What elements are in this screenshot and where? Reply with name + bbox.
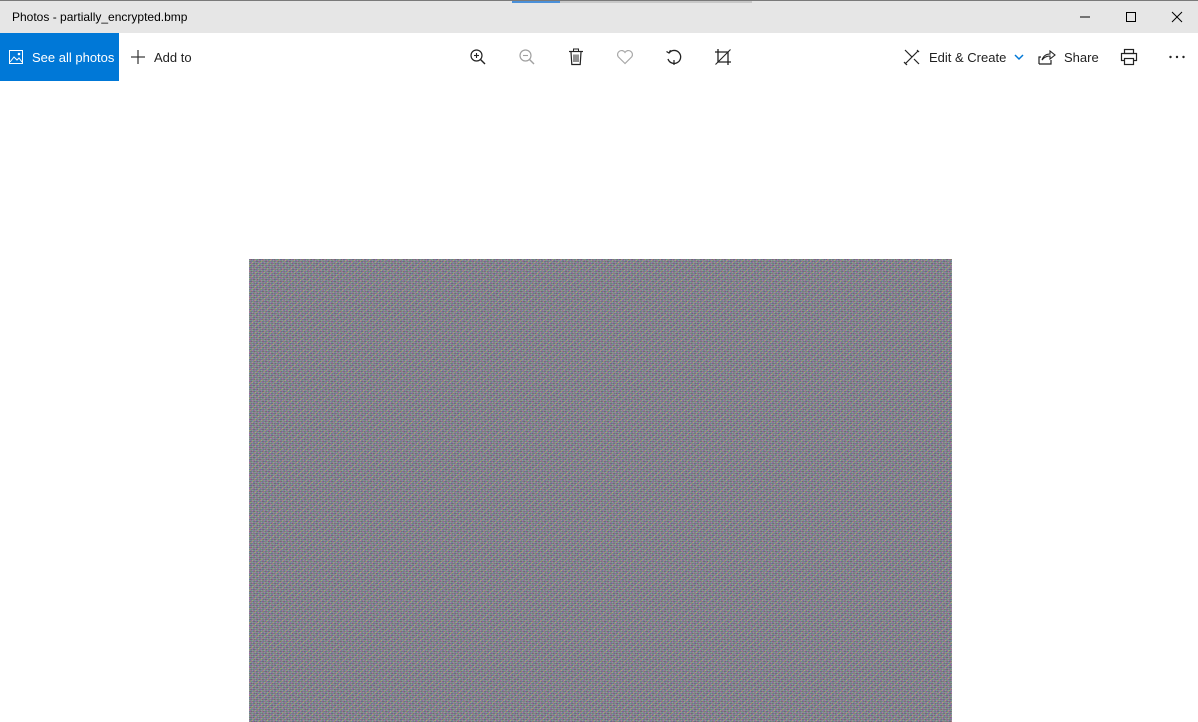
zoom-out-button[interactable] (515, 45, 539, 69)
favorite-heart-icon (617, 50, 633, 65)
gallery-icon (9, 50, 23, 64)
close-icon (1171, 11, 1183, 23)
see-all-photos-button[interactable]: See all photos (0, 33, 119, 81)
chevron-down-icon (1014, 54, 1024, 61)
window-title: Photos - partially_encrypted.bmp (12, 10, 188, 24)
print-icon (1120, 48, 1138, 66)
maximize-button[interactable] (1108, 1, 1154, 33)
crop-icon (715, 49, 731, 65)
edit-create-button[interactable]: Edit & Create (903, 33, 1024, 81)
title-bar-accent (512, 1, 560, 3)
zoom-in-icon (470, 49, 486, 65)
maximize-icon (1126, 12, 1136, 22)
more-options-button[interactable] (1165, 45, 1189, 69)
plus-icon (131, 50, 145, 64)
rotate-button[interactable] (662, 45, 686, 69)
photos-window: Photos - partially_encrypted.bmp See all… (0, 0, 1198, 722)
add-to-button[interactable]: Add to (130, 33, 192, 81)
encrypted-photo[interactable] (249, 259, 952, 722)
minimize-button[interactable] (1062, 1, 1108, 33)
see-all-photos-label: See all photos (32, 49, 115, 65)
close-button[interactable] (1154, 1, 1198, 33)
more-icon (1169, 55, 1185, 59)
zoom-out-icon (519, 49, 535, 65)
share-label: Share (1064, 49, 1099, 65)
edit-create-icon (903, 49, 920, 66)
print-button[interactable] (1117, 45, 1141, 69)
share-icon (1038, 49, 1056, 65)
crop-button[interactable] (711, 45, 735, 69)
minimize-icon (1080, 16, 1090, 18)
title-bar-accent-secondary (560, 1, 752, 3)
add-to-label: Add to (154, 49, 192, 65)
delete-icon (569, 48, 583, 66)
rotate-icon (666, 49, 682, 65)
edit-create-label: Edit & Create (929, 49, 1007, 65)
toolbar: See all photos Add to Edit & Create Shar… (0, 33, 1198, 81)
zoom-in-button[interactable] (466, 45, 490, 69)
delete-button[interactable] (564, 45, 588, 69)
share-button[interactable]: Share (1038, 33, 1099, 81)
favorite-button[interactable] (613, 45, 637, 69)
title-bar[interactable]: Photos - partially_encrypted.bmp (0, 0, 1198, 33)
